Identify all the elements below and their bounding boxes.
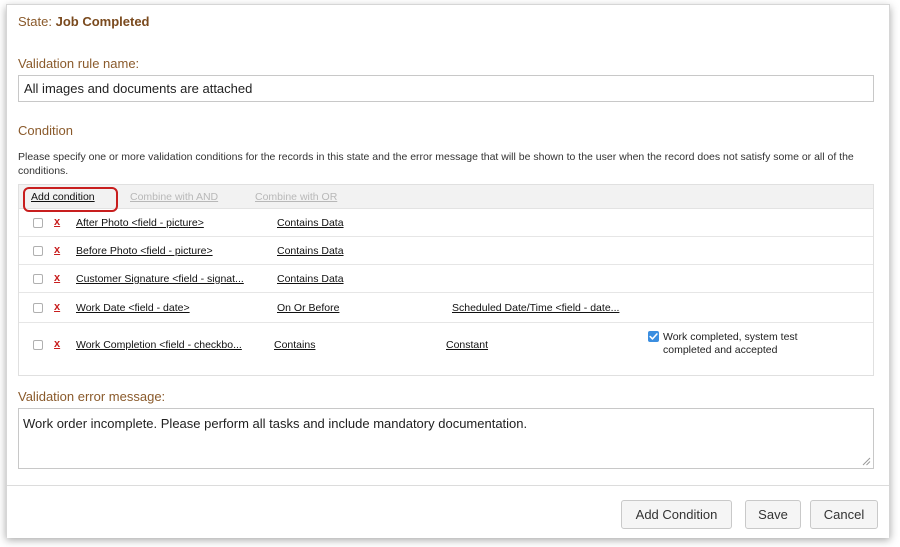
checkmark-icon xyxy=(649,333,658,340)
error-message-label: Validation error message: xyxy=(18,389,166,404)
condition-field[interactable]: Work Date <field - date> xyxy=(76,302,190,314)
row-checkbox[interactable] xyxy=(33,218,43,228)
condition-target[interactable]: Constant xyxy=(446,339,488,351)
cancel-button[interactable]: Cancel xyxy=(810,500,878,529)
delete-x-icon[interactable]: x xyxy=(54,216,60,228)
save-button[interactable]: Save xyxy=(745,500,801,529)
row-checkbox[interactable] xyxy=(33,340,43,350)
add-condition-button[interactable]: Add Condition xyxy=(621,500,732,529)
row-checkbox[interactable] xyxy=(33,303,43,313)
combine-with-and-link[interactable]: Combine with AND xyxy=(130,191,218,203)
condition-value: Work completed, system test completed an… xyxy=(663,331,798,356)
condition-operator[interactable]: Contains Data xyxy=(277,245,344,257)
resize-grip-icon[interactable] xyxy=(862,457,871,466)
delete-x-icon[interactable]: x xyxy=(54,301,60,313)
rule-name-input[interactable]: All images and documents are attached xyxy=(18,75,874,102)
state-value: Job Completed xyxy=(55,14,150,29)
condition-field[interactable]: Work Completion <field - checkbo... xyxy=(76,339,242,351)
condition-row: x Customer Signature <field - signat... … xyxy=(19,265,873,293)
condition-target[interactable]: Scheduled Date/Time <field - date... xyxy=(452,302,619,314)
condition-operator[interactable]: Contains Data xyxy=(277,217,344,229)
delete-x-icon[interactable]: x xyxy=(54,338,60,350)
dialog-footer: Add Condition Save Cancel xyxy=(7,485,889,538)
condition-row: x After Photo <field - picture> Contains… xyxy=(19,209,873,237)
condition-field[interactable]: Customer Signature <field - signat... xyxy=(76,273,244,285)
condition-field[interactable]: Before Photo <field - picture> xyxy=(76,245,213,257)
condition-operator[interactable]: Contains Data xyxy=(277,273,344,285)
rule-name-label: Validation rule name: xyxy=(18,56,140,71)
delete-x-icon[interactable]: x xyxy=(54,272,60,284)
condition-toolbar: Add condition Combine with AND Combine w… xyxy=(19,185,873,209)
validation-rule-dialog: State: Job Completed Validation rule nam… xyxy=(6,4,890,538)
state-line: State: Job Completed xyxy=(18,14,150,29)
combine-with-or-link[interactable]: Combine with OR xyxy=(255,191,337,203)
error-message-textarea[interactable]: Work order incomplete. Please perform al… xyxy=(18,408,874,469)
condition-panel: Add condition Combine with AND Combine w… xyxy=(18,184,874,376)
state-prefix: State: xyxy=(18,14,52,29)
condition-operator[interactable]: Contains xyxy=(274,339,315,351)
condition-field[interactable]: After Photo <field - picture> xyxy=(76,217,204,229)
add-condition-link[interactable]: Add condition xyxy=(31,191,95,203)
row-checkbox[interactable] xyxy=(33,246,43,256)
condition-description: Please specify one or more validation co… xyxy=(18,151,854,177)
condition-row: x Before Photo <field - picture> Contain… xyxy=(19,237,873,265)
value-checkbox[interactable] xyxy=(648,331,659,342)
condition-heading: Condition xyxy=(18,123,73,138)
condition-row: x Work Date <field - date> On Or Before … xyxy=(19,293,873,323)
delete-x-icon[interactable]: x xyxy=(54,244,60,256)
condition-operator[interactable]: On Or Before xyxy=(277,302,339,314)
row-checkbox[interactable] xyxy=(33,274,43,284)
condition-row: x Work Completion <field - checkbo... Co… xyxy=(19,323,873,368)
